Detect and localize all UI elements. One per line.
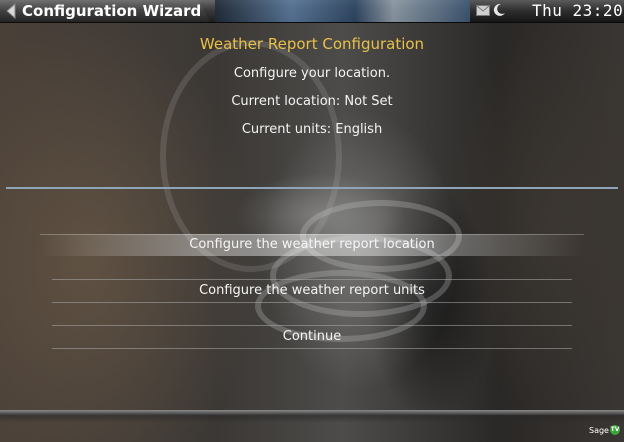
back-arrow-icon[interactable] (5, 3, 17, 19)
logo-badge: TV (609, 425, 620, 435)
top-bar: Configuration Wizard Thu 23:20 (0, 0, 624, 23)
menu-item-continue[interactable]: Continue (52, 326, 572, 348)
page-title: Weather Report Configuration (199, 35, 425, 53)
clock: Thu 23:20 (532, 1, 624, 20)
background-image: Configuration Wizard Thu 23:20 Weather R… (0, 0, 624, 442)
divider (6, 187, 618, 189)
menu-separator (52, 348, 572, 349)
menu-separator (52, 302, 572, 303)
moon-icon (493, 3, 505, 16)
instruction-text: Configure your location. (233, 66, 391, 81)
sagetv-logo: Sage TV (589, 425, 620, 437)
mail-icon (476, 5, 490, 16)
current-location-text: Current location: Not Set (231, 94, 393, 109)
status-area: Thu 23:20 (470, 0, 624, 22)
current-units-text: Current units: English (241, 122, 383, 137)
wizard-title: Configuration Wizard (22, 2, 202, 20)
menu-item-configure-units[interactable]: Configure the weather report units (52, 280, 572, 302)
logo-text: Sage (589, 426, 609, 435)
banner-image (215, 0, 470, 22)
menu-item-configure-location[interactable]: Configure the weather report location (40, 234, 584, 256)
bottom-strip (0, 410, 624, 415)
